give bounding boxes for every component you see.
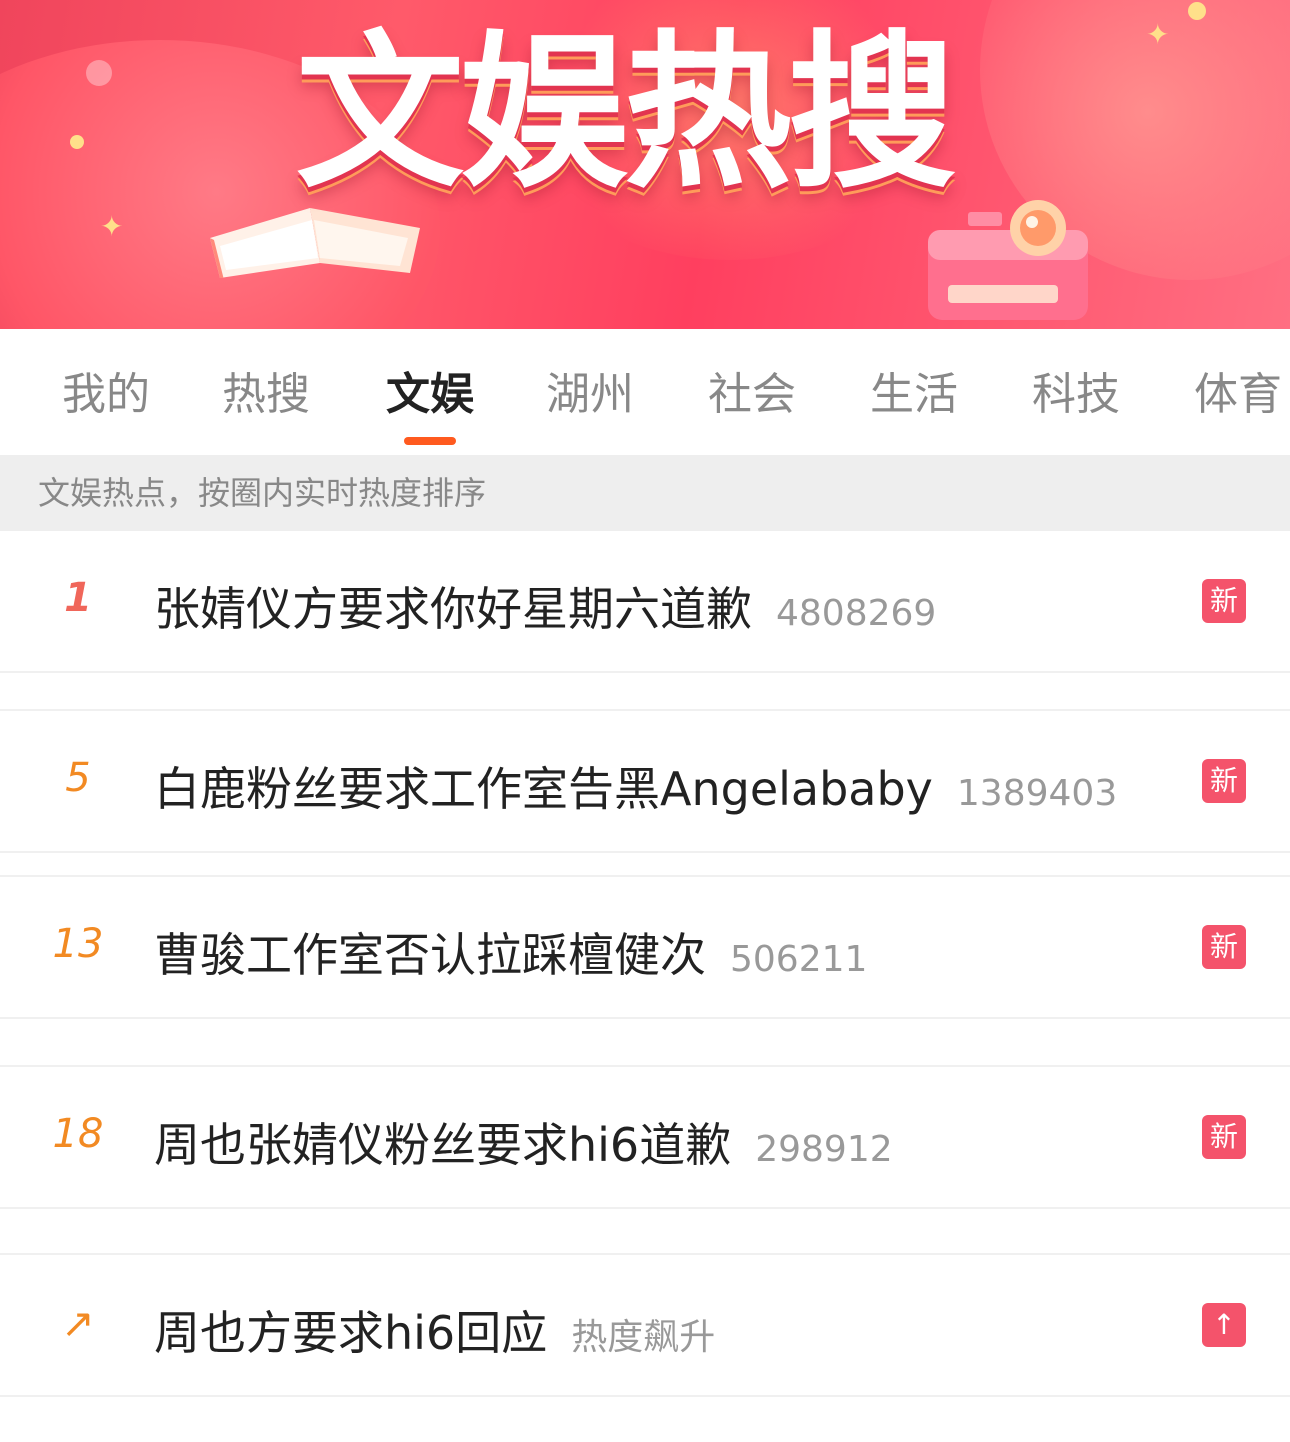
hot-search-item[interactable]: 5 白鹿粉丝要求工作室告黑Angelababy 1389403 新 xyxy=(0,711,1290,851)
item-title-line: 周也张婧仪粉丝要求hi6道歉 298912 xyxy=(154,1109,893,1175)
spacer xyxy=(0,1019,1290,1065)
tab-entertainment[interactable]: 文娱 xyxy=(386,365,474,425)
new-badge: 新 xyxy=(1202,1115,1246,1159)
rank-number: 13 xyxy=(52,921,104,967)
spacer xyxy=(0,853,1290,875)
divider xyxy=(0,1395,1290,1397)
active-tab-indicator xyxy=(404,437,456,445)
tab-huzhou[interactable]: 湖州 xyxy=(546,365,634,425)
camera-illustration xyxy=(928,200,1088,320)
tab-sports[interactable]: 体育 xyxy=(1194,365,1282,425)
item-title-line: 曹骏工作室否认拉踩檀健次 506211 xyxy=(154,919,867,985)
tab-mine[interactable]: 我的 xyxy=(62,365,150,425)
hot-search-item[interactable]: 13 曹骏工作室否认拉踩檀健次 506211 新 xyxy=(0,877,1290,1017)
tab-society[interactable]: 社会 xyxy=(708,365,796,425)
new-badge: 新 xyxy=(1202,579,1246,623)
item-title: 曹骏工作室否认拉踩檀健次 xyxy=(154,928,706,982)
rank-number: 5 xyxy=(65,755,91,801)
rising-badge-icon: ↑ xyxy=(1202,1303,1246,1347)
heat-count: 4808269 xyxy=(776,593,937,634)
banner-title: 文娱热搜 xyxy=(296,15,956,211)
tab-technology[interactable]: 科技 xyxy=(1032,365,1120,425)
item-title-line: 张婧仪方要求你好星期六道歉 4808269 xyxy=(154,573,936,639)
header-banner: ✦ ✦ 文娱热搜 xyxy=(0,0,1290,329)
rising-arrow-icon: ↗ xyxy=(61,1301,95,1347)
heat-count: 1389403 xyxy=(956,773,1118,814)
item-title-line: 周也方要求hi6回应 热度飙升 xyxy=(154,1297,715,1363)
new-badge: 新 xyxy=(1202,925,1246,969)
item-title-line: 白鹿粉丝要求工作室告黑Angelababy 1389403 xyxy=(154,753,1117,819)
spacer xyxy=(0,673,1290,709)
category-tabs: 我的 热搜 文娱 湖州 社会 生活 科技 体育 xyxy=(0,329,1290,455)
heat-status: 热度飙升 xyxy=(571,1317,716,1358)
item-title: 周也张婧仪粉丝要求hi6道歉 xyxy=(154,1118,732,1172)
spacer xyxy=(0,1209,1290,1253)
hot-search-item[interactable]: 18 周也张婧仪粉丝要求hi6道歉 298912 新 xyxy=(0,1067,1290,1207)
item-title: 张婧仪方要求你好星期六道歉 xyxy=(154,582,752,636)
hot-search-item[interactable]: 1 张婧仪方要求你好星期六道歉 4808269 新 xyxy=(0,531,1290,671)
sparkle-dot xyxy=(86,60,112,86)
sparkle-icon: ✦ xyxy=(1146,18,1170,51)
sparkle-icon: ✦ xyxy=(100,210,124,243)
tab-hot-search[interactable]: 热搜 xyxy=(222,365,310,425)
sparkle-dot xyxy=(1188,2,1206,20)
sparkle-dot xyxy=(70,135,84,149)
heat-count: 506211 xyxy=(730,939,868,980)
item-title: 白鹿粉丝要求工作室告黑Angelababy xyxy=(154,762,933,816)
hot-search-item[interactable]: ↗ 周也方要求hi6回应 热度飙升 ↑ xyxy=(0,1255,1290,1395)
heat-count: 298912 xyxy=(755,1129,893,1170)
item-title: 周也方要求hi6回应 xyxy=(154,1306,548,1360)
rank-number: 1 xyxy=(64,575,92,621)
rank-number: 18 xyxy=(52,1111,104,1157)
new-badge: 新 xyxy=(1202,759,1246,803)
tab-life[interactable]: 生活 xyxy=(870,365,958,425)
list-description: 文娱热点，按圈内实时热度排序 xyxy=(0,455,1290,531)
